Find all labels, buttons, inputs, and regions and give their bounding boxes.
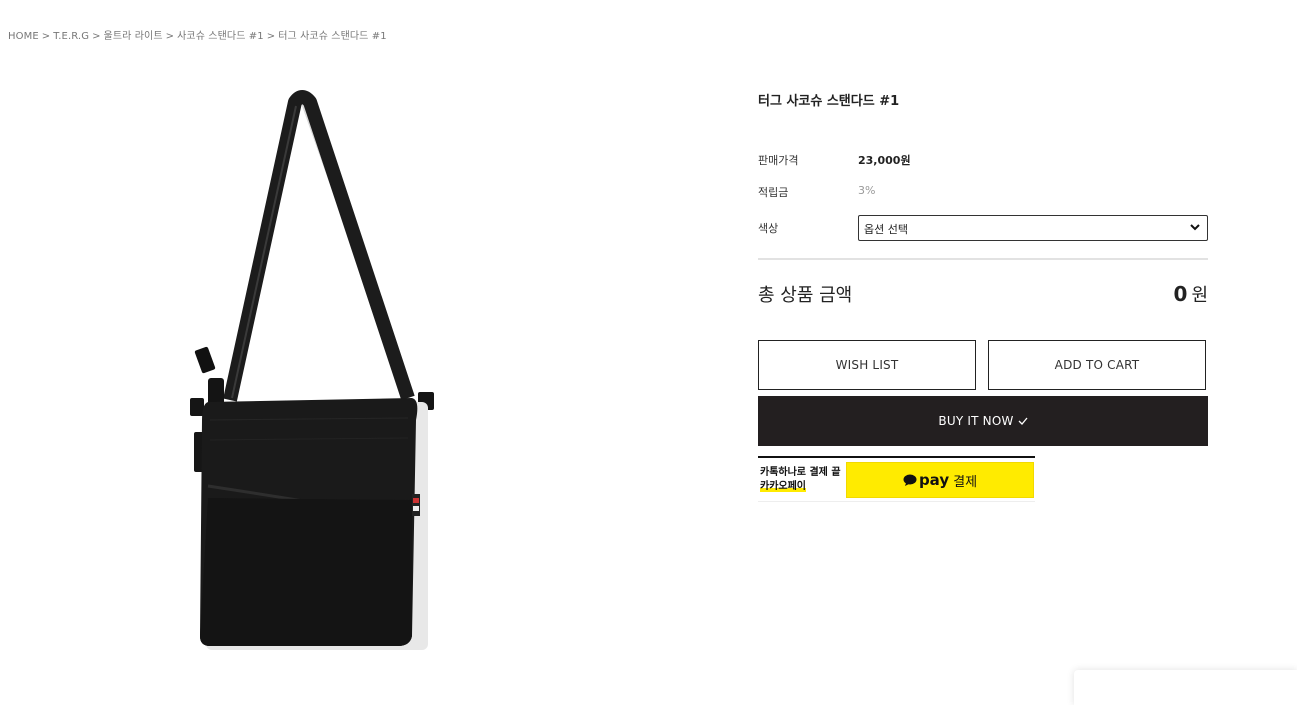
product-image — [150, 80, 480, 660]
kakaopay-brand: pay — [918, 471, 950, 489]
kakaopay-slogan-line1: 카톡하나로 결제 끝 — [760, 467, 841, 478]
breadcrumb-separator: > — [41, 31, 51, 42]
kakaopay-slogan: 카톡하나로 결제 끝 카카오페이 — [760, 466, 841, 494]
color-label: 색상 — [758, 222, 779, 235]
check-icon — [1018, 417, 1028, 425]
total-price-label: 총 상품 금액 — [758, 285, 853, 306]
sacoche-bag-image — [190, 90, 434, 650]
kakaopay-button[interactable]: pay 결제 — [846, 462, 1034, 498]
price-label: 판매가격 — [758, 154, 799, 167]
breadcrumb-home[interactable]: HOME — [8, 31, 39, 42]
breadcrumb-separator: > — [165, 31, 175, 42]
breadcrumb-separator: > — [92, 31, 101, 42]
divider — [758, 258, 1208, 260]
color-option-selected: 옵션 선택 — [864, 223, 908, 236]
floating-widget[interactable] — [1074, 670, 1297, 705]
wish-list-button[interactable]: WISH LIST — [758, 340, 976, 390]
product-title: 터그 사코슈 스탠다드 #1 — [758, 94, 900, 109]
chevron-down-icon — [1190, 224, 1200, 231]
total-amount: 0 — [1173, 282, 1188, 306]
breadcrumb-subcategory[interactable]: 사코슈 스탠다드 #1 — [177, 31, 264, 42]
price-value: 23,000원 — [858, 154, 911, 167]
total-currency: 원 — [1191, 285, 1208, 306]
breadcrumb-current: 터그 사코슈 스탠다드 #1 — [278, 31, 387, 42]
buy-now-button[interactable]: BUY IT NOW — [758, 396, 1208, 446]
points-label: 적립금 — [758, 186, 789, 199]
chat-bubble-icon — [903, 474, 917, 486]
kakaopay-slogan-line2: 카카오페이 — [760, 481, 806, 492]
add-to-cart-button[interactable]: ADD TO CART — [988, 340, 1206, 390]
breadcrumb-separator: > — [266, 31, 276, 42]
breadcrumb: HOME > T.E.R.G > 울트라 라이트 > 사코슈 스탠다드 #1 > 터그 사코슈 … — [8, 27, 387, 42]
kakaopay-label: 결제 — [953, 474, 978, 490]
kakaopay-box: 카톡하나로 결제 끝 카카오페이 pay 결제 — [758, 456, 1035, 502]
breadcrumb-brand[interactable]: T.E.R.G — [53, 31, 89, 42]
breadcrumb-category[interactable]: 울트라 라이트 — [104, 31, 163, 42]
total-price-value: 0원 — [1174, 281, 1208, 307]
points-value: 3% — [858, 184, 876, 197]
color-option-select[interactable]: 옵션 선택 — [858, 215, 1208, 241]
buy-now-label: BUY IT NOW — [938, 414, 1014, 428]
